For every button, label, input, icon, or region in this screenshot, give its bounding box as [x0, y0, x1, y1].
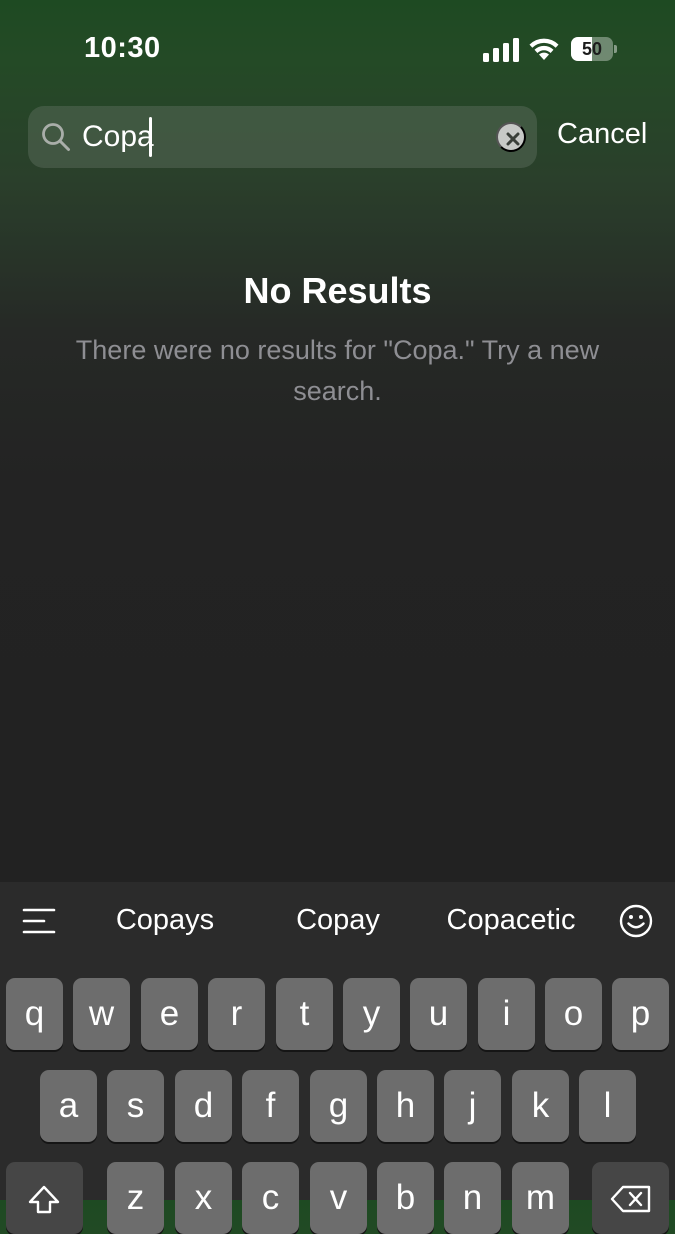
key-j[interactable]: j [444, 1070, 501, 1142]
key-u[interactable]: u [410, 978, 467, 1050]
key-h[interactable]: h [377, 1070, 434, 1142]
key-x[interactable]: x [175, 1162, 232, 1234]
key-i[interactable]: i [478, 978, 535, 1050]
search-field[interactable] [28, 106, 537, 168]
suggestion-item[interactable]: Copacetic [421, 904, 601, 937]
status-time: 10:30 [84, 32, 161, 64]
battery-level-text: 50 [581, 39, 603, 59]
search-icon [42, 123, 70, 151]
suggestion-bar: Copays Copay Copacetic [0, 882, 675, 962]
key-r[interactable]: r [208, 978, 265, 1050]
keyboard: Copays Copay Copacetic q w e r t y u i o… [0, 882, 675, 1234]
key-t[interactable]: t [276, 978, 333, 1050]
key-f[interactable]: f [242, 1070, 299, 1142]
delete-key[interactable] [592, 1162, 669, 1234]
backspace-icon [610, 1185, 651, 1213]
key-b[interactable]: b [377, 1162, 434, 1234]
key-n[interactable]: n [444, 1162, 501, 1234]
key-z[interactable]: z [107, 1162, 164, 1234]
key-q[interactable]: q [6, 978, 63, 1050]
key-o[interactable]: o [545, 978, 602, 1050]
cancel-button[interactable]: Cancel [557, 118, 647, 151]
key-g[interactable]: g [310, 1070, 367, 1142]
text-cursor [149, 117, 152, 157]
key-c[interactable]: c [242, 1162, 299, 1234]
key-w[interactable]: w [73, 978, 130, 1050]
status-bar: 10:30 50 [0, 0, 675, 100]
no-results-message: There were no results for "Copa." Try a … [75, 335, 600, 406]
clear-icon [506, 132, 520, 146]
wifi-icon [529, 38, 559, 60]
cellular-signal-icon [483, 38, 519, 62]
keyboard-menu-icon[interactable] [22, 906, 56, 936]
key-s[interactable]: s [107, 1070, 164, 1142]
key-e[interactable]: e [141, 978, 198, 1050]
key-k[interactable]: k [512, 1070, 569, 1142]
suggestion-item[interactable]: Copay [248, 904, 428, 937]
emoji-icon[interactable] [619, 904, 653, 938]
no-results-title: No Results [243, 270, 432, 311]
key-v[interactable]: v [310, 1162, 367, 1234]
key-d[interactable]: d [175, 1070, 232, 1142]
battery-indicator: 50 [571, 37, 617, 61]
key-y[interactable]: y [343, 978, 400, 1050]
shift-key[interactable] [6, 1162, 83, 1234]
shift-icon [28, 1185, 60, 1214]
key-p[interactable]: p [612, 978, 669, 1050]
suggestion-item[interactable]: Copays [75, 904, 255, 937]
key-m[interactable]: m [512, 1162, 569, 1234]
clear-search-button[interactable] [496, 122, 526, 152]
search-input[interactable] [82, 116, 482, 158]
key-l[interactable]: l [579, 1070, 636, 1142]
key-a[interactable]: a [40, 1070, 97, 1142]
